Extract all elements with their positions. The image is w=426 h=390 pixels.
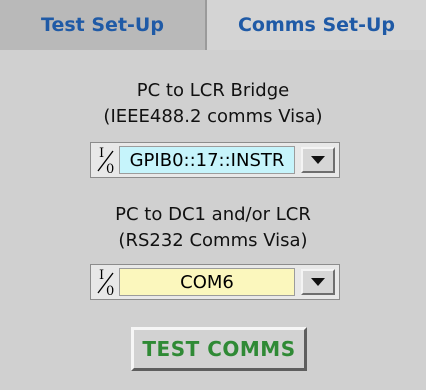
test-comms-button[interactable]: TEST COMMS [131,327,307,371]
lcr-visa-dropdown-button[interactable] [301,147,335,173]
svg-text:I: I [99,146,104,161]
svg-text:I: I [99,268,104,283]
test-comms-button-label: TEST COMMS [142,337,296,361]
lcr-visa-field: I 0 GPIB0::17::INSTR [90,142,340,178]
tab-test-set-up-label: Test Set-Up [41,14,164,36]
lcr-visa-control[interactable]: I 0 GPIB0::17::INSTR [90,142,340,178]
dc1-visa-field: I 0 COM6 [90,264,340,300]
lcr-visa-label-line2: (IEEE488.2 comms Visa) [103,106,323,127]
chevron-down-icon [311,277,325,286]
tab-test-set-up[interactable]: Test Set-Up [0,0,207,50]
lcr-visa-value[interactable]: GPIB0::17::INSTR [119,146,295,174]
dc1-visa-value[interactable]: COM6 [119,268,295,296]
dc1-visa-label-line1: PC to DC1 and/or LCR [115,204,311,225]
dc1-visa-dropdown-button[interactable] [301,269,335,295]
visa-io-icon: I 0 [97,268,114,298]
visa-io-icon: I 0 [97,146,114,176]
chevron-down-icon [311,155,325,164]
tab-comms-set-up[interactable]: Comms Set-Up [207,0,426,50]
tab-comms-set-up-label: Comms Set-Up [237,14,396,36]
svg-text:0: 0 [106,284,114,298]
tab-bar: Test Set-Up Comms Set-Up [0,0,426,50]
dc1-visa-label-line2: (RS232 Comms Visa) [118,230,308,251]
dc1-visa-control[interactable]: I 0 COM6 [90,264,340,300]
lcr-visa-label-line1: PC to LCR Bridge [136,80,290,101]
svg-text:0: 0 [106,162,114,176]
